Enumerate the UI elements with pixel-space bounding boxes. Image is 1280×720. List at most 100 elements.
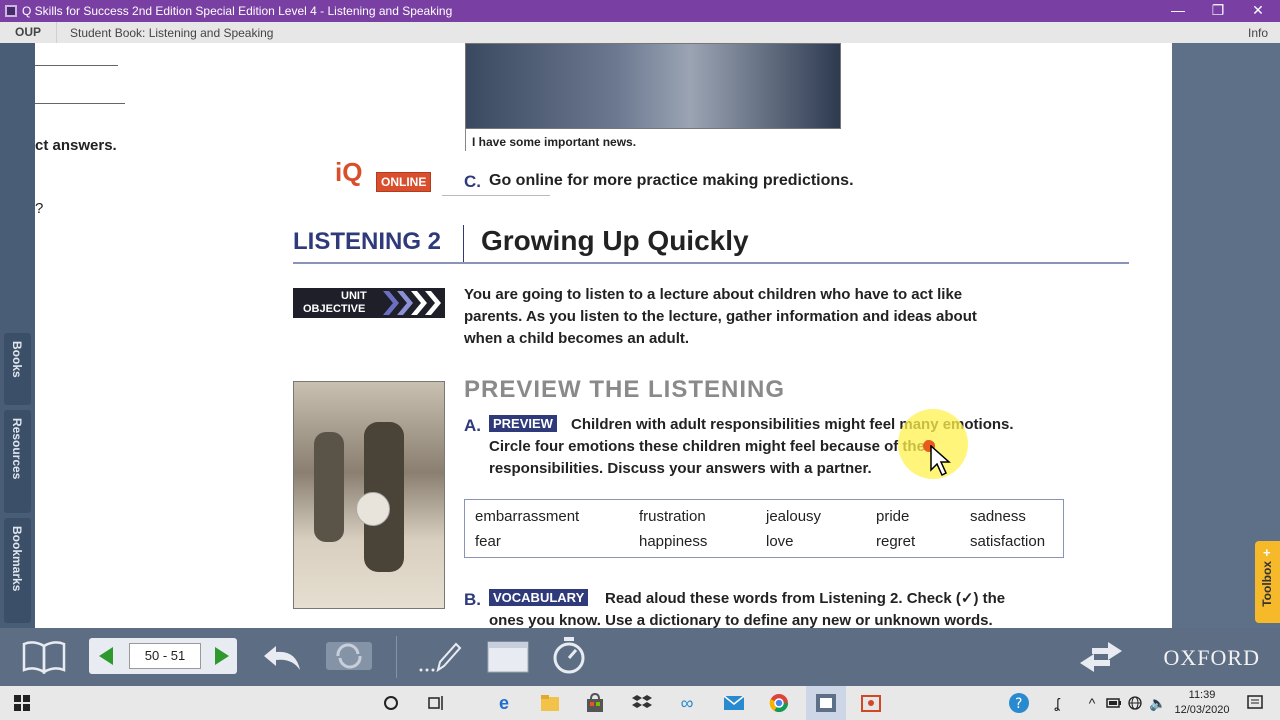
objective-text: when a child becomes an adult. (464, 330, 690, 347)
toolbar-divider (396, 636, 397, 678)
toolbox-tab[interactable]: Toolbox + (1255, 541, 1280, 623)
resources-tab-label: Resources (10, 418, 24, 480)
emotion-word[interactable]: regret (876, 533, 915, 550)
emotion-word[interactable]: jealousy (766, 508, 821, 525)
svg-text:?: ? (1015, 696, 1022, 712)
emotion-word[interactable]: sadness (970, 508, 1026, 525)
left-page-text: ? (35, 200, 44, 217)
online-badge[interactable]: ONLINE (376, 172, 432, 192)
clock-date[interactable]: 12/03/2020 (1172, 704, 1232, 716)
windows-taskbar: e ∞ ? ʆ ^ 🔈 11:39 12/03/2020 (0, 686, 1280, 720)
page-navigator: 50 - 51 (89, 638, 237, 674)
unit-objective-line2: OBJECTIVE (303, 303, 366, 315)
people-icon[interactable]: ʆ (1047, 693, 1067, 713)
file-explorer-icon[interactable] (540, 694, 560, 712)
next-page-button[interactable] (213, 646, 231, 666)
window-title: Q Skills for Success 2nd Edition Special… (22, 4, 453, 18)
preview-heading: PREVIEW THE LISTENING (464, 376, 786, 403)
help-icon[interactable]: ? (1008, 692, 1030, 714)
battery-icon[interactable] (1106, 697, 1122, 709)
edge-icon[interactable]: e (494, 693, 514, 713)
left-sidebar: Books Resources Bookmarks (0, 43, 35, 628)
task-view-icon[interactable] (428, 695, 446, 711)
presentation-app-icon[interactable] (861, 693, 881, 713)
emotion-word[interactable]: happiness (639, 533, 707, 550)
infinity-app-icon[interactable]: ∞ (677, 693, 697, 713)
bookmarks-tab-label: Bookmarks (10, 526, 24, 592)
app-icon (5, 5, 17, 17)
activity-c-text: Go online for more practice making predi… (489, 172, 854, 189)
activity-a-letter: A. (464, 416, 481, 435)
network-icon[interactable] (1128, 696, 1142, 710)
section-title: Growing Up Quickly (481, 225, 749, 256)
oxford-logo: OXFORD (1163, 645, 1260, 670)
activity-b-text: ones you know. Use a dictionary to defin… (489, 612, 993, 628)
restore-button[interactable]: ❐ (1198, 0, 1238, 22)
boy-figure (314, 432, 344, 542)
answer-line (35, 103, 125, 104)
notifications-icon[interactable] (1247, 695, 1263, 711)
book-page: I have some important news. iQ ONLINE C.… (290, 43, 1172, 628)
chevron-up-icon[interactable]: ^ (1082, 693, 1102, 713)
chrome-icon[interactable] (769, 693, 789, 713)
info-menu[interactable]: Info (1248, 26, 1268, 40)
answer-line (35, 65, 118, 66)
windows-start-icon[interactable] (14, 695, 30, 711)
books-tab-label: Books (10, 341, 24, 378)
undo-icon[interactable] (262, 642, 302, 672)
previous-page-button[interactable] (97, 646, 115, 666)
emotion-word[interactable]: embarrassment (475, 508, 579, 525)
emotion-word[interactable]: love (766, 533, 794, 550)
clock-time[interactable]: 11:39 (1177, 689, 1227, 701)
emotion-word-box: embarrassment frustration jealousy pride… (464, 499, 1064, 558)
oxford-app-icon[interactable] (815, 693, 837, 713)
activity-b-label: VOCABULARY (489, 589, 589, 607)
close-button[interactable]: ✕ (1238, 0, 1278, 22)
minimize-button[interactable]: — (1158, 0, 1198, 22)
menu-bar: OUP Student Book: Listening and Speaking… (0, 22, 1280, 44)
emotion-word[interactable]: frustration (639, 508, 706, 525)
section-divider (463, 225, 464, 263)
bookmarks-tab[interactable]: Bookmarks (4, 518, 31, 623)
emotion-word[interactable]: fear (475, 533, 501, 550)
page-number-input[interactable]: 50 - 51 (129, 643, 201, 669)
window-title-bar: Q Skills for Success 2nd Edition Special… (0, 0, 1280, 22)
preview-label: PREVIEW (489, 415, 557, 432)
dropbox-icon[interactable] (632, 694, 652, 712)
unit-objective-badge: UNIT OBJECTIVE (293, 288, 445, 318)
plus-icon: + (1263, 545, 1271, 560)
activity-a-text: responsibilities. Discuss your answers w… (489, 460, 872, 477)
football (356, 492, 390, 526)
swap-pages-icon[interactable] (1078, 640, 1124, 674)
photo-caption-text: I have some important news. (472, 135, 637, 149)
activity-c-letter: C. (464, 172, 481, 191)
sync-icon[interactable] (324, 640, 374, 672)
activity-a-text: Circle four emotions these children migh… (489, 438, 935, 455)
toolbox-tab-label: Toolbox (1260, 561, 1274, 607)
volume-icon[interactable]: 🔈 (1148, 693, 1168, 713)
iq-online-logo[interactable]: iQ (335, 157, 362, 188)
bottom-toolbar: 50 - 51 OXFORD (0, 628, 1280, 686)
books-tab[interactable]: Books (4, 333, 31, 405)
book-icon[interactable] (22, 640, 66, 674)
boys-football-photo (293, 381, 445, 609)
oup-menu[interactable]: OUP (0, 22, 57, 43)
stopwatch-icon[interactable] (550, 636, 588, 676)
objective-text: parents. As you listen to the lecture, g… (464, 308, 977, 325)
emotion-word[interactable]: pride (876, 508, 909, 525)
unit-objective-line1: UNIT (341, 290, 367, 302)
window-icon[interactable] (486, 640, 530, 674)
search-icon[interactable] (383, 695, 399, 711)
store-icon[interactable] (585, 693, 605, 713)
objective-text: You are going to listen to a lecture abo… (464, 286, 963, 303)
left-page: ct answers. ? (35, 43, 290, 628)
activity-a-label: PREVIEW (489, 415, 557, 433)
divider (442, 195, 550, 196)
resources-tab[interactable]: Resources (4, 410, 31, 513)
pen-icon[interactable] (418, 640, 462, 674)
emotion-word[interactable]: satisfaction (970, 533, 1045, 550)
activity-b-letter: B. (464, 590, 481, 609)
activity-b-text: Read aloud these words from Listening 2.… (605, 590, 1006, 607)
breadcrumb[interactable]: Student Book: Listening and Speaking (70, 26, 273, 40)
mail-icon[interactable] (723, 695, 745, 711)
